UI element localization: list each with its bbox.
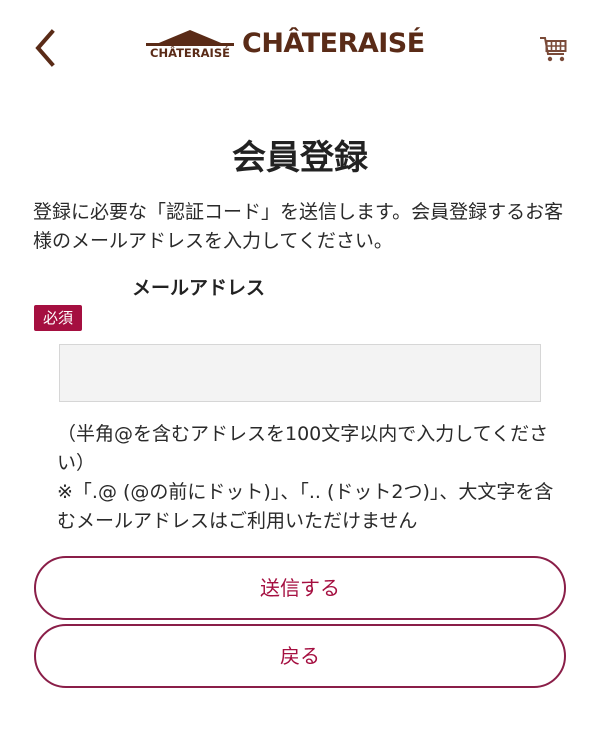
cart-icon bbox=[540, 37, 567, 62]
logo-small-text: CHÂTERAISÉ bbox=[150, 46, 230, 60]
brand-logo[interactable]: CHÂTERAISÉ CHÂTERAISÉ bbox=[146, 24, 446, 72]
required-badge: 必須 bbox=[34, 305, 83, 331]
registration-page: CHÂTERAISÉ CHÂTERAISÉ 会員登録 登録に必要な「認証コード」… bbox=[0, 0, 600, 730]
intro-text: 登録に必要な「認証コード」を送信します。会員登録するお客様のメールアドレスを入力… bbox=[33, 201, 564, 252]
cart-button[interactable] bbox=[536, 30, 572, 66]
logo-roof-icon bbox=[146, 30, 234, 46]
email-note: （半角@を含むアドレスを100文字以内で入力してください） ※「.@ (@の前に… bbox=[57, 420, 557, 536]
back-nav-button[interactable] bbox=[28, 26, 68, 70]
back-button[interactable]: 戻る bbox=[34, 624, 566, 688]
page-title: 会員登録 bbox=[232, 138, 368, 178]
email-label: メールアドレス bbox=[132, 277, 266, 299]
send-button[interactable]: 送信する bbox=[34, 556, 566, 620]
note-format-rule: ※「.@ (@の前にドット)」、「.. (ドット2つ)」、大文字を含むメールアド… bbox=[57, 481, 554, 532]
logo-wordmark: CHÂTERAISÉ bbox=[242, 28, 425, 59]
chevron-left-icon bbox=[35, 29, 55, 67]
email-input[interactable] bbox=[59, 344, 541, 402]
app-header: CHÂTERAISÉ CHÂTERAISÉ bbox=[0, 0, 600, 95]
note-length-rule: （半角@を含むアドレスを100文字以内で入力してください） bbox=[57, 423, 549, 474]
